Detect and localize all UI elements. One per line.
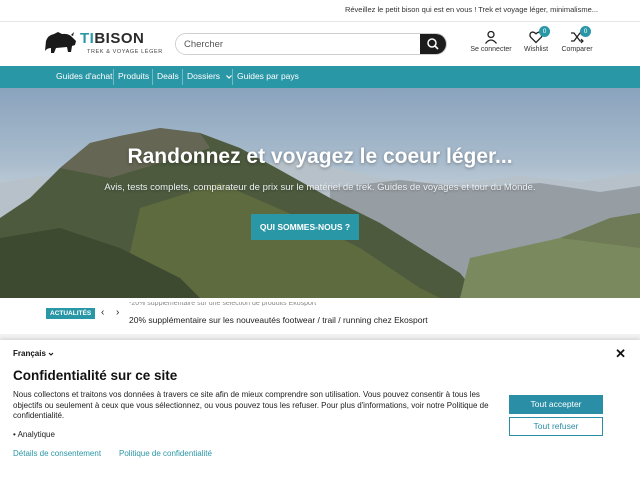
cookie-description: Nous collectons et traitons vos données … [13, 390, 489, 420]
language-selector[interactable]: Français [13, 349, 54, 358]
accept-all-button[interactable]: Tout accepter [509, 395, 603, 414]
bison-logo-icon [45, 32, 76, 53]
wishlist-button[interactable]: Wishlist 0 [521, 26, 551, 53]
user-icon [484, 30, 498, 44]
cookie-title: Confidentialité sur ce site [13, 368, 178, 383]
site-header: TIBISON TREK & VOYAGE LÉGER Se connecter… [0, 22, 640, 67]
news-ticker: -20% supplémentaire sur une sélection de… [0, 298, 640, 338]
refuse-all-button[interactable]: Tout refuser [509, 417, 603, 436]
mountain-landscape-image [0, 128, 640, 298]
wishlist-label: Wishlist [523, 46, 549, 53]
search-bar [175, 33, 447, 55]
account-label: Se connecter [470, 46, 512, 53]
cookie-consent-banner: Français ✕ Confidentialité sur ce site N… [0, 340, 640, 480]
nav-divider [182, 69, 183, 85]
hero-subtitle: Avis, tests complets, comparateur de pri… [104, 182, 536, 193]
news-tag-badge: ACTUALITÉS [46, 308, 96, 319]
hero-banner: Randonnez et voyagez le coeur léger... A… [0, 88, 640, 298]
about-us-button[interactable]: QUI SOMMES-NOUS ? [251, 214, 359, 240]
news-ticker-prev-headline: -20% supplémentaire sur une sélection de… [129, 302, 317, 306]
chevron-down-icon [48, 352, 54, 356]
chevron-left-icon[interactable]: ‹ [101, 307, 104, 318]
compare-count-badge: 0 [580, 26, 591, 37]
wishlist-count-badge: 0 [539, 26, 550, 37]
news-headline[interactable]: 20% supplémentaire sur les nouveautés fo… [129, 315, 428, 325]
nav-item-guides-pays[interactable]: Guides par pays [237, 71, 299, 81]
logo-subtitle: TREK & VOYAGE LÉGER [87, 49, 163, 55]
search-input[interactable] [176, 34, 422, 54]
privacy-policy-link[interactable]: Politique de confidentialité [119, 449, 212, 458]
nav-divider [232, 69, 233, 85]
consent-details-link[interactable]: Détails de consentement [13, 449, 101, 458]
account-button[interactable]: Se connecter [469, 30, 513, 53]
search-button[interactable] [420, 34, 446, 54]
nav-item-produits[interactable]: Produits [118, 71, 149, 81]
language-label: Français [13, 349, 46, 358]
nav-item-dossiers[interactable]: Dossiers [187, 71, 233, 81]
site-logo[interactable]: TIBISON TREK & VOYAGE LÉGER [42, 29, 162, 57]
search-icon [427, 38, 439, 50]
nav-divider [152, 69, 153, 85]
chevron-right-icon[interactable]: › [116, 307, 119, 318]
hero-title: Randonnez et voyagez le coeur léger... [127, 145, 513, 168]
nav-item-dossiers-label: Dossiers [187, 71, 221, 81]
close-icon[interactable]: ✕ [615, 346, 626, 362]
announcement-text: Réveillez le petit bison qui est en vous… [344, 5, 598, 14]
cookie-purpose-item: • Analytique [13, 430, 55, 439]
top-announcement-bar: Réveillez le petit bison qui est en vous… [0, 0, 640, 22]
nav-divider [113, 69, 114, 85]
nav-item-guides-achat[interactable]: Guides d'achat [56, 71, 112, 81]
compare-button[interactable]: Comparer 0 [560, 26, 594, 53]
main-navigation: Guides d'achat Produits Deals Dossiers G… [0, 66, 640, 88]
compare-label: Comparer [561, 46, 593, 53]
nav-item-deals[interactable]: Deals [157, 71, 179, 81]
logo-title: TIBISON [80, 30, 145, 47]
